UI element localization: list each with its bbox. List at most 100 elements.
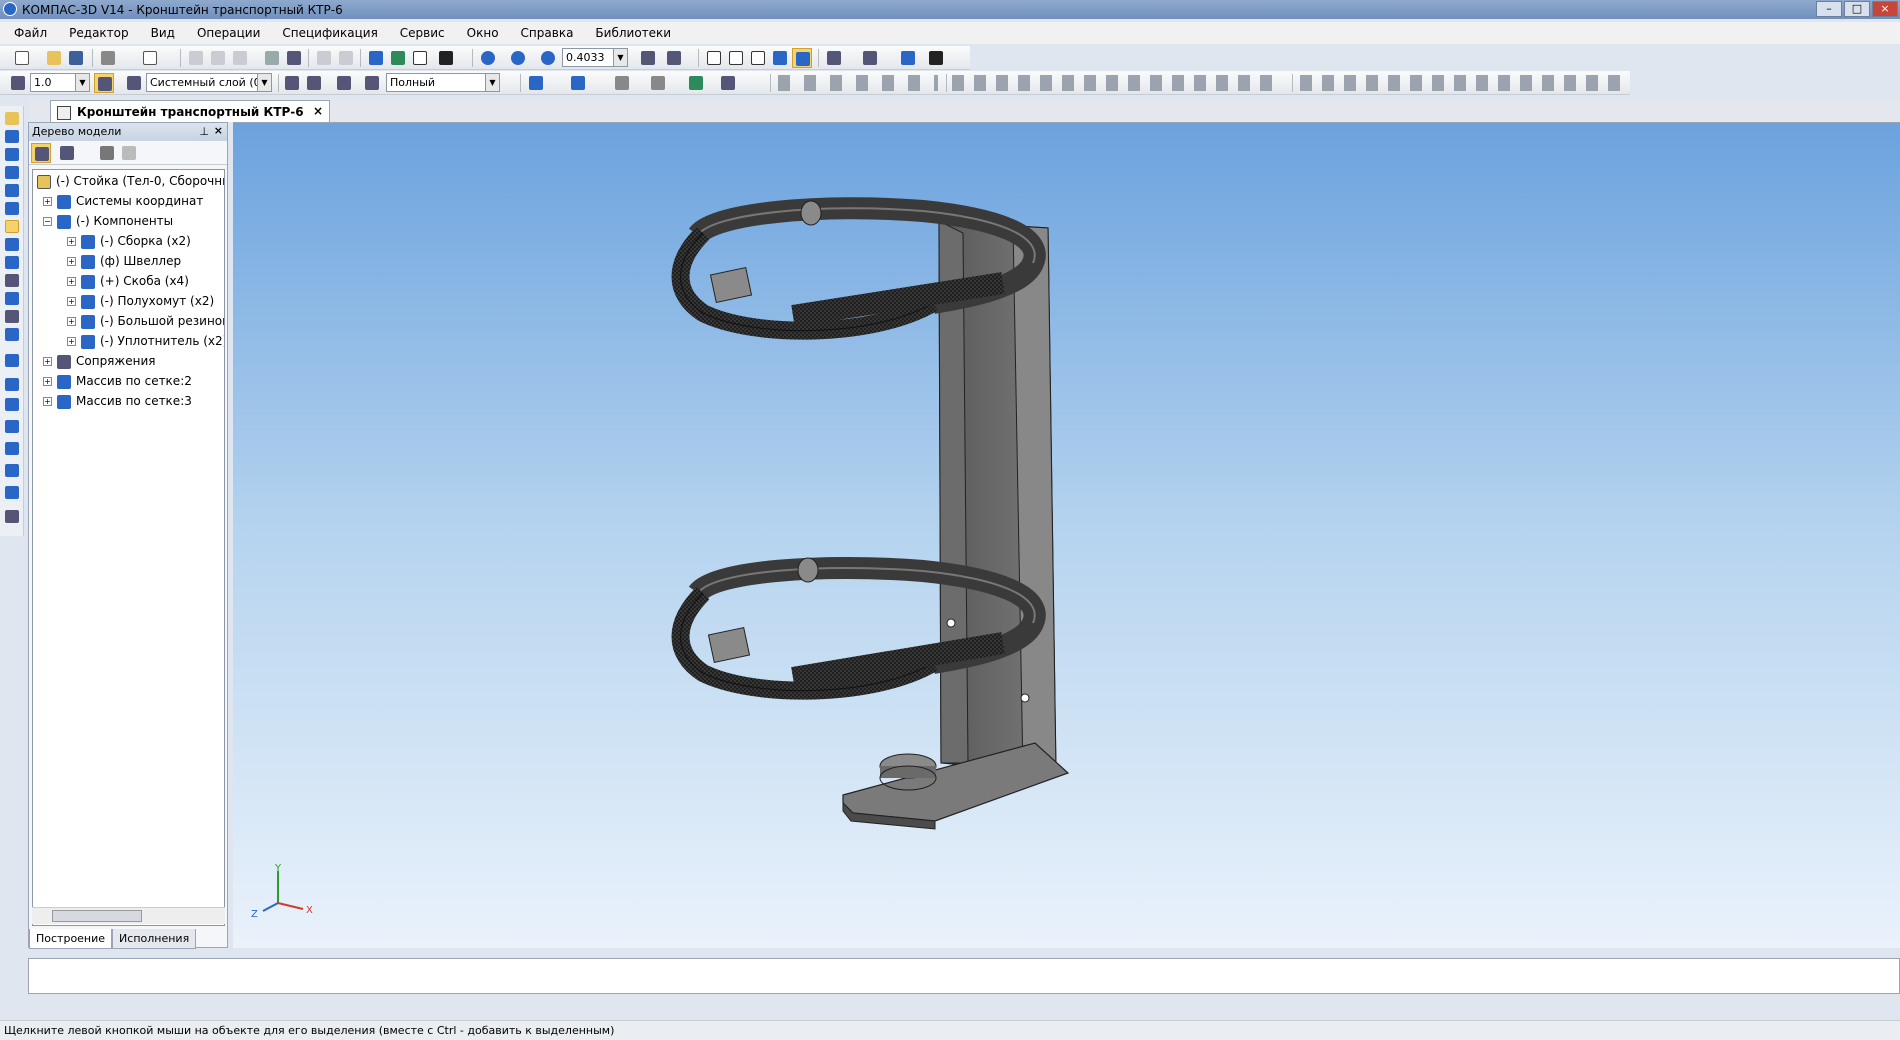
- expand-icon[interactable]: +: [43, 377, 52, 386]
- library-icon[interactable]: [388, 48, 408, 68]
- menu-operations[interactable]: Операции: [189, 22, 268, 40]
- edit-toolbar-icons[interactable]: [1300, 75, 1620, 91]
- variables-icon[interactable]: [410, 48, 430, 68]
- cut-icon[interactable]: [186, 48, 206, 68]
- sketch-toolbar-icons[interactable]: [778, 75, 938, 91]
- print-button[interactable]: [98, 48, 118, 68]
- save-button[interactable]: [66, 48, 86, 68]
- array-icon[interactable]: [612, 73, 632, 93]
- zoom-window-icon[interactable]: [478, 48, 498, 68]
- tree-scrollbar[interactable]: [32, 907, 225, 924]
- surface-icon[interactable]: [568, 73, 588, 93]
- expand-icon[interactable]: +: [67, 297, 76, 306]
- tree-item-assembly[interactable]: + (-) Сборка (x2): [67, 234, 191, 252]
- table-icon[interactable]: [284, 48, 304, 68]
- dimension-toolbar-icons[interactable]: [952, 75, 1282, 91]
- tree-item-mates[interactable]: + Сопряжения: [43, 354, 155, 372]
- thin-lines-icon[interactable]: [748, 48, 768, 68]
- shaded-edges-icon[interactable]: [792, 48, 812, 68]
- tree-item-channel[interactable]: + (ф) Швеллер: [67, 254, 181, 272]
- tree-filter-icon[interactable]: [97, 143, 117, 163]
- zoom-all-icon[interactable]: [508, 48, 528, 68]
- minimize-button[interactable]: –: [1816, 1, 1842, 17]
- expand-icon[interactable]: +: [67, 237, 76, 246]
- tab-build[interactable]: Построение: [29, 929, 113, 949]
- redo-icon[interactable]: [336, 48, 356, 68]
- style-combo[interactable]: Полный ▼: [386, 73, 500, 92]
- auxiliary-icon[interactable]: [648, 73, 668, 93]
- revolve-icon[interactable]: [5, 398, 19, 411]
- local-cs-icon[interactable]: [304, 73, 324, 93]
- pin-icon[interactable]: ⊥: [199, 125, 209, 138]
- orientation-icon[interactable]: [664, 48, 684, 68]
- filter-icon[interactable]: [824, 48, 844, 68]
- wireframe-icon[interactable]: [704, 48, 724, 68]
- tree-item-components[interactable]: − (-) Компоненты: [43, 214, 173, 232]
- open-button[interactable]: [44, 48, 64, 68]
- report-icon[interactable]: [5, 292, 19, 305]
- tree-item-root[interactable]: (-) Стойка (Тел-0, Сборочных: [37, 174, 224, 192]
- close-icon[interactable]: ×: [214, 124, 223, 137]
- mates-icon[interactable]: [5, 220, 19, 233]
- solid-icon[interactable]: [5, 130, 19, 143]
- tree-item-seal[interactable]: + (-) Уплотнитель (x2): [67, 334, 224, 352]
- menu-window[interactable]: Окно: [459, 22, 507, 40]
- hidden-lines-icon[interactable]: [726, 48, 746, 68]
- dimension-icon[interactable]: [334, 73, 354, 93]
- menu-file[interactable]: Файл: [6, 22, 55, 40]
- tree-item-grid-array-3[interactable]: + Массив по сетке:3: [43, 394, 192, 412]
- grid-step-icon[interactable]: [8, 73, 28, 93]
- edit-part-icon[interactable]: [5, 112, 19, 125]
- close-icon[interactable]: ×: [313, 104, 323, 118]
- expand-icon[interactable]: +: [43, 197, 52, 206]
- property-panel[interactable]: [28, 958, 1900, 994]
- tab-document[interactable]: Кронштейн транспортный КТР-6 ×: [50, 100, 330, 122]
- manager-icon[interactable]: [366, 48, 386, 68]
- sweep-icon[interactable]: [5, 420, 19, 433]
- auxiliary-geometry-icon[interactable]: [5, 202, 19, 215]
- measure-tools-icon[interactable]: [718, 73, 738, 93]
- expand-icon[interactable]: +: [43, 397, 52, 406]
- scroll-thumb[interactable]: [52, 910, 142, 922]
- spec-icon[interactable]: [5, 274, 19, 287]
- snap-icon[interactable]: [94, 73, 114, 93]
- plane-icon[interactable]: [5, 354, 19, 367]
- operation-icon[interactable]: [526, 73, 546, 93]
- curve-icon[interactable]: [5, 148, 19, 161]
- paste-icon[interactable]: [230, 48, 250, 68]
- properties-icon[interactable]: [262, 48, 282, 68]
- help-icon[interactable]: [436, 48, 456, 68]
- menu-view[interactable]: Вид: [143, 22, 183, 40]
- layer-icon[interactable]: [124, 73, 144, 93]
- tree-item-rubber[interactable]: + (-) Большой резиновый: [67, 314, 224, 332]
- expand-icon[interactable]: +: [67, 337, 76, 346]
- chamfer-icon[interactable]: [5, 486, 19, 499]
- component-icon[interactable]: [686, 73, 706, 93]
- tree-item-half-clamp[interactable]: + (-) Полухомут (x2): [67, 294, 214, 312]
- layer-combo[interactable]: Системный слой (0) ▼: [146, 73, 272, 92]
- tree-item-coordinate-systems[interactable]: + Системы координат: [43, 194, 203, 212]
- expand-icon[interactable]: +: [67, 257, 76, 266]
- extrude-icon[interactable]: [5, 378, 19, 391]
- tree-structure-icon[interactable]: [31, 143, 51, 163]
- menu-specification[interactable]: Спецификация: [274, 22, 385, 40]
- model-viewport[interactable]: Y X Z: [233, 122, 1900, 948]
- zoom-scale-icon[interactable]: [538, 48, 558, 68]
- loft-icon[interactable]: [5, 442, 19, 455]
- expand-icon[interactable]: +: [43, 357, 52, 366]
- maximize-button[interactable]: □: [1844, 1, 1870, 17]
- filter-panel-icon[interactable]: [5, 256, 19, 269]
- expand-icon[interactable]: +: [67, 277, 76, 286]
- measure-icon[interactable]: [926, 48, 946, 68]
- menu-service[interactable]: Сервис: [392, 22, 453, 40]
- copy-icon[interactable]: [208, 48, 228, 68]
- surface-tools-icon[interactable]: [5, 166, 19, 179]
- tab-versions[interactable]: Исполнения: [112, 929, 197, 949]
- pipeline-icon[interactable]: [5, 328, 19, 341]
- tree-item-grid-array-2[interactable]: + Массив по сетке:2: [43, 374, 192, 392]
- select-icon[interactable]: [860, 48, 880, 68]
- menu-editor[interactable]: Редактор: [61, 22, 136, 40]
- new-document-button[interactable]: [12, 48, 32, 68]
- tree-view-icon[interactable]: [57, 143, 77, 163]
- fillet-icon[interactable]: [5, 464, 19, 477]
